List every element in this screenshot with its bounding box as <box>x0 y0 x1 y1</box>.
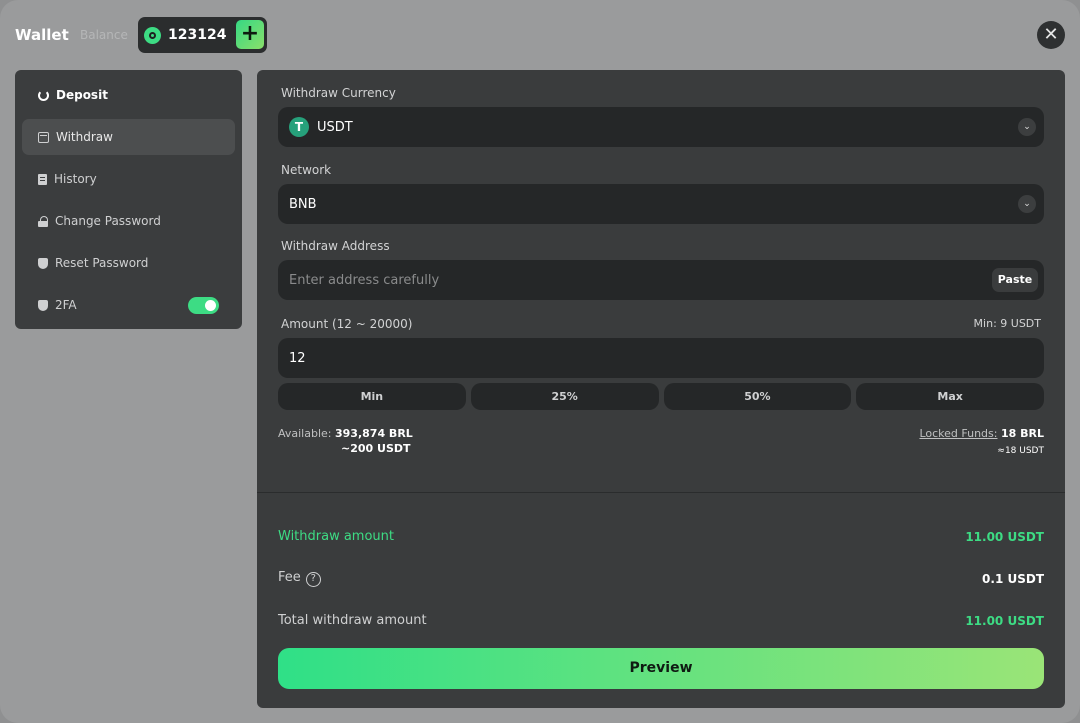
sidebar-item-label: History <box>54 172 97 186</box>
coin-icon <box>144 26 161 44</box>
locked-funds-link[interactable]: Locked Funds: <box>919 427 997 440</box>
wallet-icon <box>38 131 49 143</box>
50-percent-button[interactable]: 50% <box>663 383 852 410</box>
available-brl: 393,874 BRL <box>335 427 413 440</box>
quick-amount-row: Min 25% 50% Max <box>278 383 1044 410</box>
balance-tab[interactable]: Balance <box>80 28 128 42</box>
sidebar-item-label: Deposit <box>56 88 108 102</box>
network-value: BNB <box>289 196 317 212</box>
network-select[interactable]: BNB ⌄ <box>278 184 1044 224</box>
wallet-modal: Wallet Balance 123124 + ✕ Deposit Withdr… <box>0 0 1080 723</box>
balance-pill: 123124 + <box>138 17 267 53</box>
locked-brl: 18 BRL <box>1000 427 1044 440</box>
withdraw-amount-label: Withdraw amount <box>278 529 395 544</box>
sidebar-item-history[interactable]: History <box>22 161 235 197</box>
document-icon <box>38 173 47 185</box>
sidebar-item-label: Reset Password <box>55 256 149 270</box>
help-icon[interactable]: ? <box>305 572 321 587</box>
available-label: Available: <box>278 427 332 440</box>
paste-button[interactable]: Paste <box>992 268 1038 292</box>
2fa-toggle[interactable] <box>188 297 219 314</box>
balance-value: 123124 <box>168 27 227 43</box>
fee-label: Fee <box>278 570 301 585</box>
sidebar-item-reset-password[interactable]: Reset Password <box>22 245 235 281</box>
amount-input[interactable]: 12 <box>278 338 1044 378</box>
amount-value: 12 <box>289 350 306 366</box>
address-label: Withdraw Address <box>281 239 390 253</box>
available-usdt-wrap: ~200 USDT <box>341 442 411 455</box>
tether-icon: T <box>289 117 309 137</box>
withdraw-panel: Withdraw Currency T USDT ⌄ Network BNB ⌄… <box>257 70 1065 708</box>
max-button[interactable]: Max <box>856 383 1044 410</box>
total-amount-label: Total withdraw amount <box>278 613 427 628</box>
available-usdt: ~200 USDT <box>341 442 411 455</box>
modal-title: Wallet <box>15 26 69 44</box>
currency-value: USDT <box>317 119 353 135</box>
divider <box>257 492 1065 493</box>
shield-icon <box>38 257 48 269</box>
lock-icon <box>38 215 48 227</box>
preview-button[interactable]: Preview <box>278 648 1044 689</box>
25-percent-button[interactable]: 25% <box>470 383 659 410</box>
total-amount-value: 11.00 USDT <box>965 614 1044 628</box>
network-label: Network <box>281 163 332 177</box>
sidebar-item-label: 2FA <box>55 298 77 312</box>
fee-row-label: Fee? <box>278 570 321 587</box>
shield-check-icon <box>38 299 48 311</box>
available-balance: Available: 393,874 BRL <box>278 427 413 440</box>
sidebar-item-deposit[interactable]: Deposit <box>22 77 235 113</box>
locked-funds: Locked Funds: 18 BRL <box>919 427 1044 440</box>
sidebar-item-label: Change Password <box>55 214 161 228</box>
sidebar-item-withdraw[interactable]: Withdraw <box>22 119 235 155</box>
chevron-down-icon: ⌄ <box>1018 118 1036 136</box>
address-field: Paste <box>278 260 1044 300</box>
currency-label: Withdraw Currency <box>281 86 396 100</box>
currency-select[interactable]: T USDT ⌄ <box>278 107 1044 147</box>
sidebar-item-2fa[interactable]: 2FA <box>22 287 235 323</box>
add-funds-button[interactable]: + <box>236 20 264 49</box>
chevron-down-icon: ⌄ <box>1018 195 1036 213</box>
locked-usdt: ≈18 USDT <box>997 446 1044 456</box>
sidebar-item-label: Withdraw <box>56 130 113 144</box>
min-note: Min: 9 USDT <box>973 317 1041 330</box>
min-button[interactable]: Min <box>278 383 466 410</box>
amount-label: Amount (12 ~ 20000) <box>281 317 413 331</box>
refresh-icon <box>38 89 49 101</box>
fee-value: 0.1 USDT <box>982 572 1044 586</box>
sidebar-item-change-password[interactable]: Change Password <box>22 203 235 239</box>
address-input[interactable] <box>289 272 969 288</box>
withdraw-amount-value: 11.00 USDT <box>965 530 1044 544</box>
close-button[interactable]: ✕ <box>1037 21 1065 49</box>
sidebar: Deposit Withdraw History Change Password… <box>15 70 242 329</box>
